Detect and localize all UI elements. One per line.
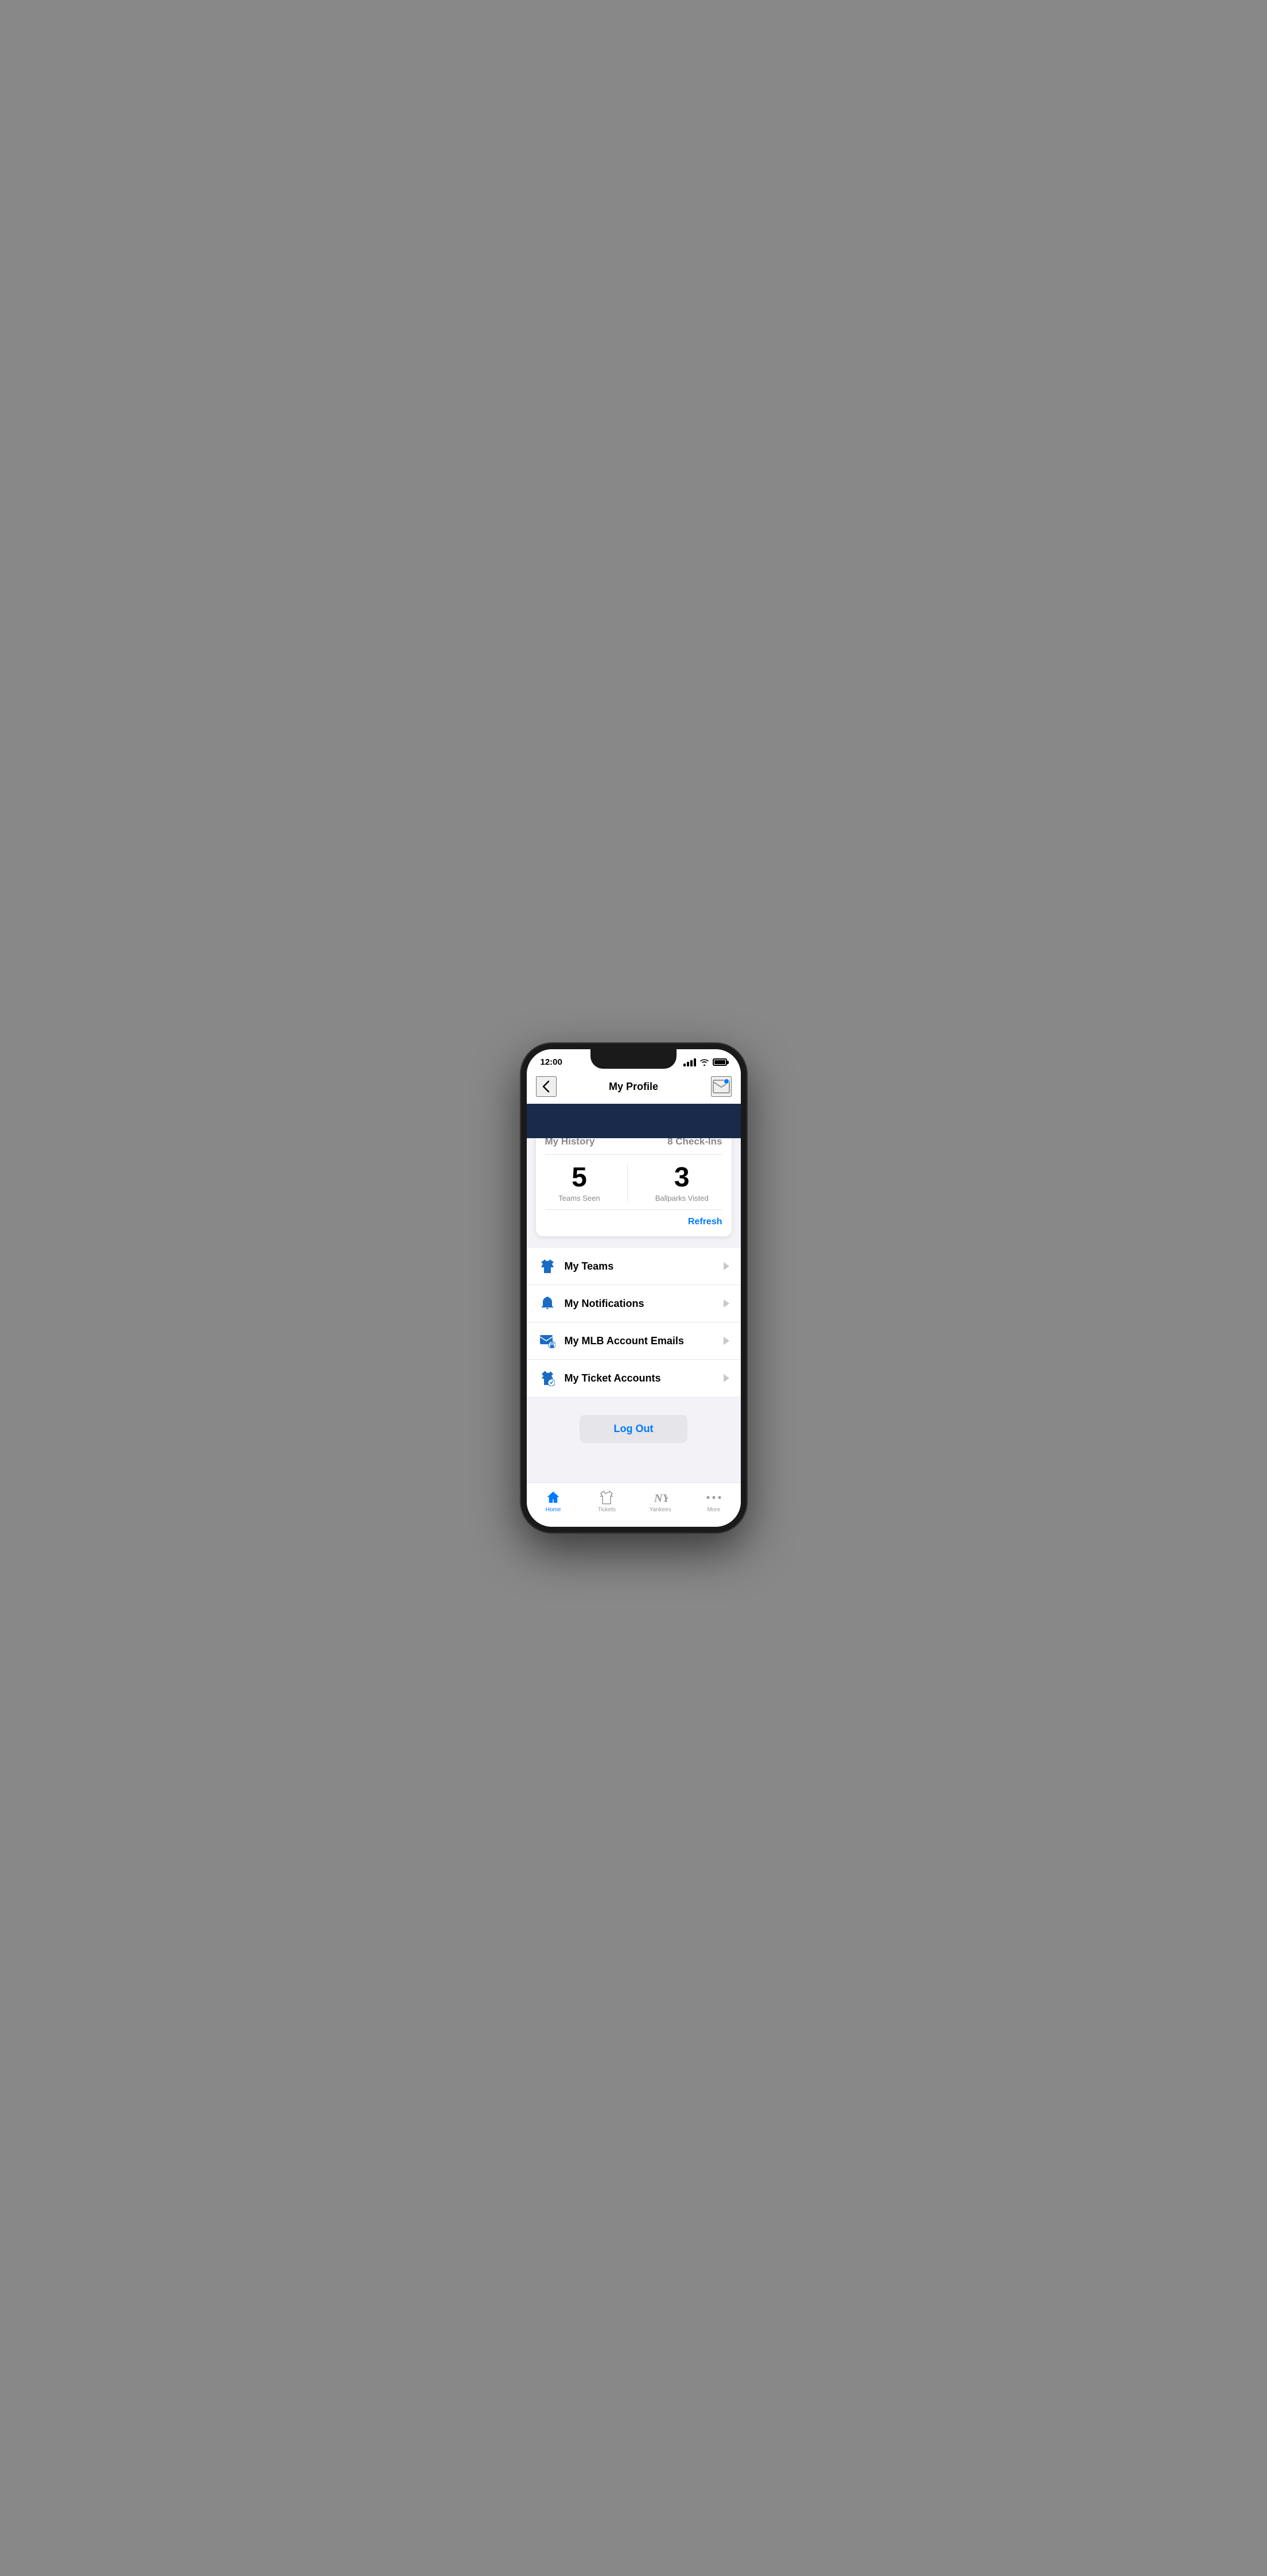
history-header: My History 8 Check-Ins (545, 1138, 722, 1155)
menu-label-my-ticket-accounts: My Ticket Accounts (565, 1372, 724, 1384)
battery-icon (713, 1058, 727, 1066)
tickets-icon (599, 1490, 614, 1505)
home-icon (546, 1490, 561, 1505)
menu-label-my-notifications: My Notifications (565, 1298, 724, 1310)
teams-seen-number: 5 (558, 1164, 600, 1192)
chevron-right-icon (724, 1337, 729, 1345)
status-time: 12:00 (541, 1057, 562, 1067)
scroll-content: My History 8 Check-Ins 5 Teams Seen 3 Ba… (527, 1138, 741, 1483)
history-stats: 5 Teams Seen 3 Ballparks Visted (545, 1155, 722, 1210)
teams-seen-stat: 5 Teams Seen (558, 1164, 600, 1202)
logout-button[interactable]: Log Out (580, 1415, 688, 1443)
refresh-row: Refresh (545, 1210, 722, 1227)
history-title: My History (545, 1138, 595, 1147)
tab-bar: Home Tickets NY Yankee (527, 1483, 741, 1527)
menu-item-my-mlb-emails[interactable]: My MLB Account Emails (527, 1322, 741, 1360)
ballparks-label: Ballparks Visted (655, 1194, 709, 1202)
tab-home[interactable]: Home (527, 1488, 580, 1515)
mail-badge (724, 1078, 729, 1084)
menu-item-my-notifications[interactable]: My Notifications (527, 1285, 741, 1322)
tab-tickets-label: Tickets (598, 1507, 616, 1513)
ticket-icon (538, 1369, 557, 1387)
ballparks-stat: 3 Ballparks Visted (655, 1164, 709, 1202)
teams-seen-label: Teams Seen (558, 1194, 600, 1202)
checkins-badge: 8 Check-Ins (667, 1138, 722, 1147)
wifi-icon (699, 1058, 709, 1066)
page-title: My Profile (609, 1081, 658, 1093)
menu-label-my-mlb-emails: My MLB Account Emails (565, 1335, 724, 1347)
nav-header: My Profile (527, 1072, 741, 1104)
tab-home-label: Home (546, 1507, 561, 1513)
menu-section: My Teams My Notifications (527, 1248, 741, 1396)
tab-yankees[interactable]: NY Yankees (634, 1488, 687, 1515)
chevron-right-icon (724, 1374, 729, 1382)
tab-more-label: More (707, 1507, 720, 1513)
ballparks-number: 3 (655, 1164, 709, 1192)
phone-frame: 12:00 My Pro (521, 1043, 747, 1533)
chevron-right-icon (724, 1262, 729, 1270)
menu-item-my-ticket-accounts[interactable]: My Ticket Accounts (527, 1360, 741, 1396)
email-lock-icon (538, 1332, 557, 1350)
mail-button[interactable] (711, 1076, 732, 1097)
bell-icon (538, 1294, 557, 1313)
stat-divider (627, 1164, 628, 1202)
menu-label-my-teams: My Teams (565, 1260, 724, 1273)
history-card: My History 8 Check-Ins 5 Teams Seen 3 Ba… (536, 1138, 732, 1236)
menu-item-my-teams[interactable]: My Teams (527, 1248, 741, 1285)
yankees-icon: NY (653, 1490, 668, 1505)
blue-banner (527, 1104, 741, 1138)
phone-screen: 12:00 My Pro (527, 1049, 741, 1527)
svg-text:NY: NY (653, 1492, 667, 1504)
jersey-icon (538, 1257, 557, 1275)
tab-more[interactable]: More (687, 1488, 740, 1515)
back-button[interactable] (536, 1076, 557, 1097)
logout-section: Log Out (527, 1396, 741, 1461)
notch (590, 1049, 677, 1069)
tab-tickets[interactable]: Tickets (580, 1488, 634, 1515)
chevron-right-icon (724, 1299, 729, 1308)
refresh-button[interactable]: Refresh (688, 1217, 722, 1227)
tab-yankees-label: Yankees (650, 1507, 671, 1513)
more-icon (706, 1490, 721, 1505)
status-icons (683, 1058, 727, 1066)
signal-icon (683, 1058, 696, 1066)
